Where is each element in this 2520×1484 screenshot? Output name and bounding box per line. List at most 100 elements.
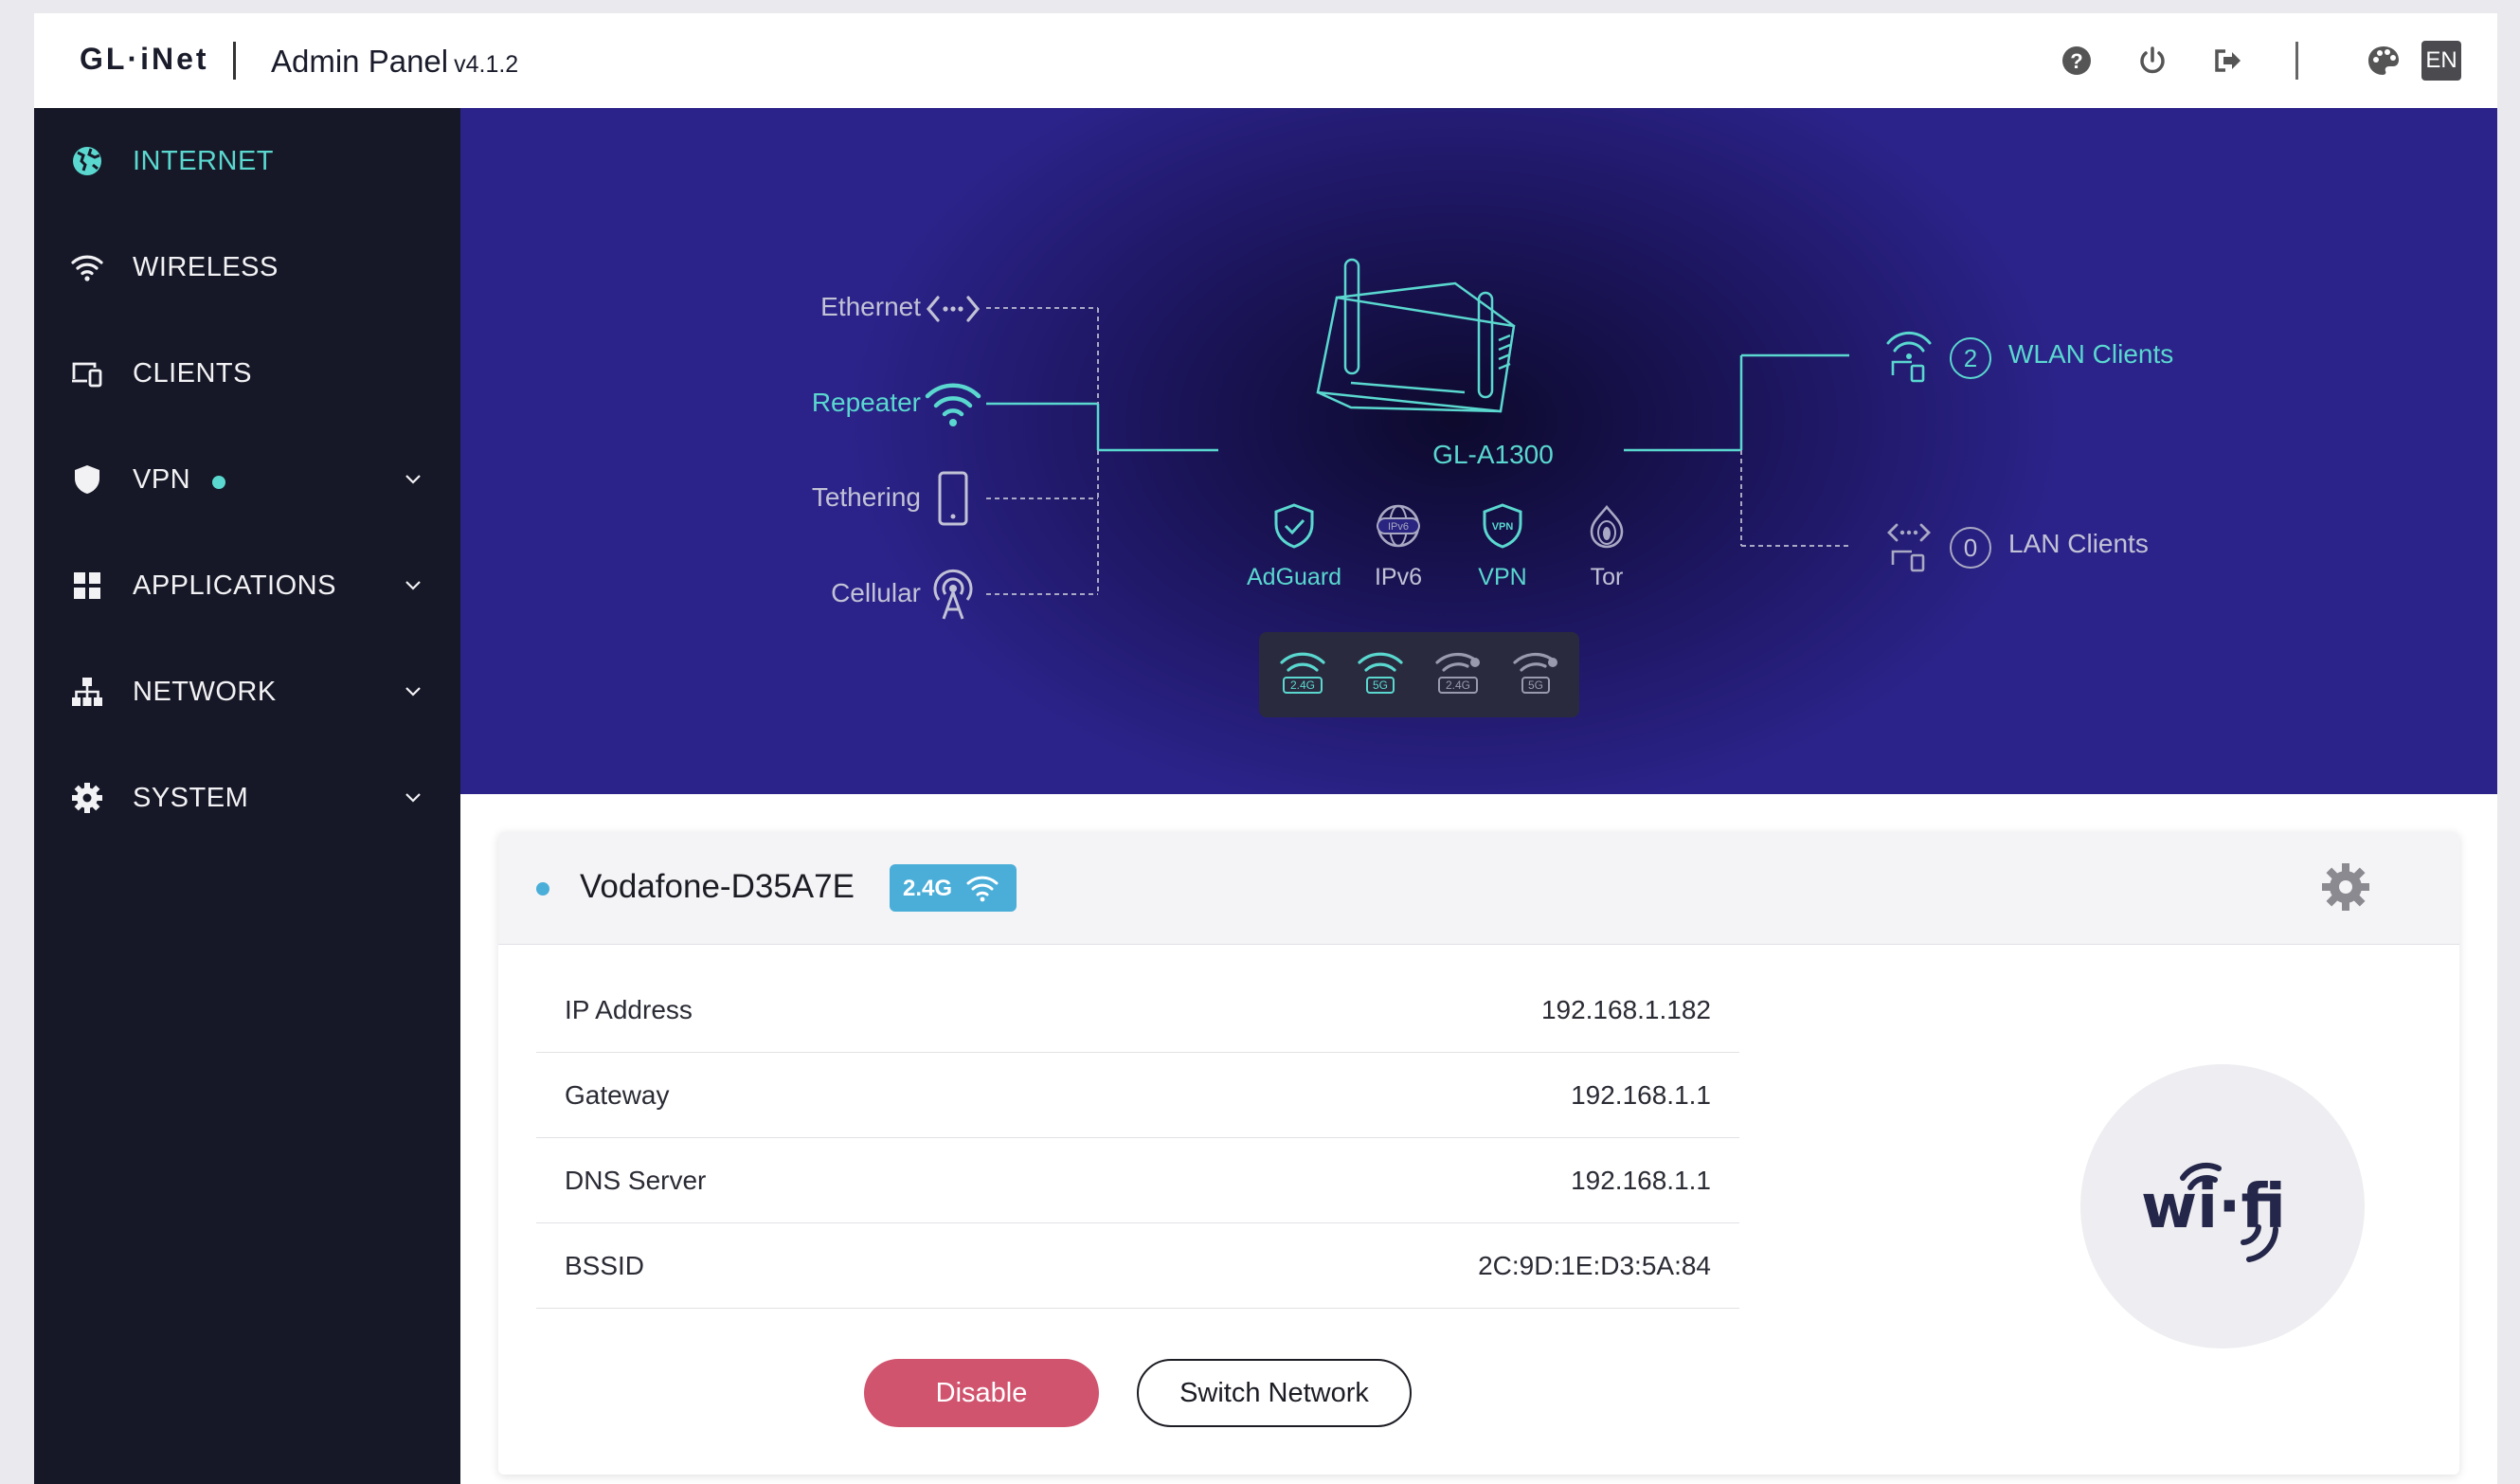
wlan-clients-count: 2 <box>1950 337 1991 379</box>
sidebar-item-applications[interactable]: APPLICATIONS <box>34 533 460 639</box>
admin-title-text: Admin Panel <box>271 44 449 79</box>
top-bar: GL·iNet Admin Panel v4.1.2 ? EN <box>34 13 2497 108</box>
topology-panel: Ethernet Repeater Tethering Cellular GL-… <box>460 108 2497 794</box>
sidebar-item-wireless[interactable]: WIRELESS <box>34 214 460 320</box>
lan-clients-label: LAN Clients <box>2008 529 2149 558</box>
connection-status-dot <box>536 882 549 896</box>
info-key: BSSID <box>565 1251 645 1280</box>
chevron-down-icon <box>402 468 424 491</box>
chevron-down-icon <box>402 680 424 703</box>
help-icon[interactable]: ? <box>2058 42 2096 80</box>
page-title: Admin Panel v4.1.2 <box>271 44 518 80</box>
sidebar-item-label: SYSTEM <box>133 783 249 813</box>
chevron-down-icon <box>402 574 424 597</box>
sidebar-item-clients[interactable]: CLIENTS <box>34 320 460 426</box>
svg-text:5G: 5G <box>1373 679 1388 692</box>
guest-wifi-2g-icon[interactable]: 2.4G <box>1431 649 1485 702</box>
feature-adguard[interactable]: AdGuard <box>1247 501 1341 591</box>
disable-button[interactable]: Disable <box>864 1359 1099 1427</box>
theme-palette-icon[interactable] <box>2365 42 2403 80</box>
source-cellular-label: Cellular <box>831 578 921 607</box>
power-icon[interactable] <box>2133 42 2171 80</box>
language-selector[interactable]: EN <box>2421 41 2461 81</box>
ethernet-icon[interactable] <box>925 281 981 337</box>
svg-text:IPv6: IPv6 <box>1388 521 1409 533</box>
lan-clients-link[interactable]: 0 LAN Clients <box>1885 519 2264 576</box>
info-row-dns: DNS Server 192.168.1.1 <box>536 1137 1739 1223</box>
app-window: GL·iNet Admin Panelv4.1.2 ? EN INTERNET <box>34 13 2497 1484</box>
svg-text:5G: 5G <box>1528 679 1543 692</box>
svg-text:wi·fi: wi·fi <box>2141 1172 2286 1242</box>
logo: GL·iNet <box>80 42 209 76</box>
wifi-icon <box>966 876 999 902</box>
info-value: 192.168.1.1 <box>1571 1166 1711 1195</box>
switch-network-button[interactable]: Switch Network <box>1137 1359 1412 1427</box>
wifi-5g-icon[interactable]: 5G <box>1354 649 1407 702</box>
info-value: 192.168.1.1 <box>1571 1080 1711 1110</box>
band-badge-label: 2.4G <box>903 876 953 901</box>
sidebar-item-vpn[interactable]: VPN <box>34 426 460 533</box>
sidebar-item-system[interactable]: SYSTEM <box>34 745 460 851</box>
router-model-name: GL-A1300 <box>1432 440 1554 469</box>
devices-icon <box>70 356 104 390</box>
apps-grid-icon <box>70 569 104 603</box>
repeater-wifi-icon[interactable] <box>925 375 981 432</box>
wlan-clients-icon <box>1886 331 1932 383</box>
logout-icon[interactable] <box>2209 42 2247 80</box>
vpn-shield-icon: VPN <box>1483 503 1522 549</box>
vpn-status-dot <box>212 476 225 489</box>
sidebar-item-label: APPLICATIONS <box>133 570 336 601</box>
wlan-clients-label: WLAN Clients <box>2008 339 2174 369</box>
feature-tor[interactable]: Tor <box>1559 501 1654 591</box>
wifi-icon <box>70 250 104 284</box>
info-row-ip: IP Address 192.168.1.182 <box>536 967 1739 1053</box>
info-value: 192.168.1.182 <box>1540 995 1711 1024</box>
sidebar-item-internet[interactable]: INTERNET <box>34 108 460 214</box>
globe-icon <box>70 144 104 178</box>
sidebar-item-network[interactable]: NETWORK <box>34 639 460 745</box>
guest-wifi-5g-icon[interactable]: 5G <box>1509 649 1562 702</box>
version-label: v4.1.2 <box>454 51 519 78</box>
wifi-2g-icon[interactable]: 2.4G <box>1276 649 1329 702</box>
source-repeater-label: Repeater <box>811 388 921 417</box>
header-divider <box>233 42 236 80</box>
shield-icon <box>70 462 104 497</box>
connected-ssid: Vodafone-D35A7E <box>580 868 855 905</box>
svg-text:2.4G: 2.4G <box>1290 679 1315 692</box>
feature-ipv6[interactable]: IPv6 IPv6 <box>1351 501 1446 591</box>
ipv6-globe-icon: IPv6 <box>1377 504 1420 548</box>
wifi-logo-icon: wi·fi <box>2141 1162 2286 1262</box>
lan-clients-icon <box>1887 523 1931 572</box>
source-ethernet-label: Ethernet <box>820 292 921 321</box>
sidebar-item-label: VPN <box>133 464 191 495</box>
feature-label: Tor <box>1590 564 1624 590</box>
wifi-logo-badge: wi·fi <box>2080 1064 2365 1348</box>
repeater-connection-card: Vodafone-D35A7E 2.4G IP Address 192.168.… <box>498 832 2459 1475</box>
source-tethering-label: Tethering <box>811 482 921 512</box>
sidebar: INTERNET WIRELESS CLIENTS VPN APPLICATIO… <box>34 108 460 1484</box>
info-key: DNS Server <box>565 1166 707 1195</box>
feature-label: IPv6 <box>1374 564 1423 590</box>
feature-label: AdGuard <box>1247 564 1342 590</box>
cellular-tower-icon[interactable] <box>925 566 981 623</box>
wlan-clients-link[interactable]: 2 WLAN Clients <box>1885 330 2264 387</box>
sidebar-item-label: WIRELESS <box>133 252 279 282</box>
feature-vpn[interactable]: VPN VPN <box>1455 501 1550 591</box>
info-value: 2C:9D:1E:D3:5A:84 <box>1478 1251 1711 1280</box>
router-illustration <box>1316 258 1516 413</box>
lan-clients-count: 0 <box>1950 527 1991 569</box>
feature-label: VPN <box>1478 564 1527 590</box>
phone-icon[interactable] <box>925 470 981 527</box>
header-divider <box>2295 42 2298 80</box>
settings-gear-icon[interactable] <box>2319 860 2372 914</box>
wifi-band-status: 2.4G 5G 2.4G 5G <box>1259 632 1579 717</box>
sidebar-item-label: CLIENTS <box>133 358 252 389</box>
network-tree-icon <box>70 675 104 709</box>
band-badge: 2.4G <box>890 864 1017 912</box>
svg-text:2.4G: 2.4G <box>1446 679 1470 692</box>
svg-text:VPN: VPN <box>1492 521 1514 533</box>
card-header: Vodafone-D35A7E 2.4G <box>498 832 2459 945</box>
info-row-gateway: Gateway 192.168.1.1 <box>536 1052 1739 1138</box>
info-key: IP Address <box>565 995 693 1024</box>
adguard-shield-icon <box>1274 503 1314 549</box>
